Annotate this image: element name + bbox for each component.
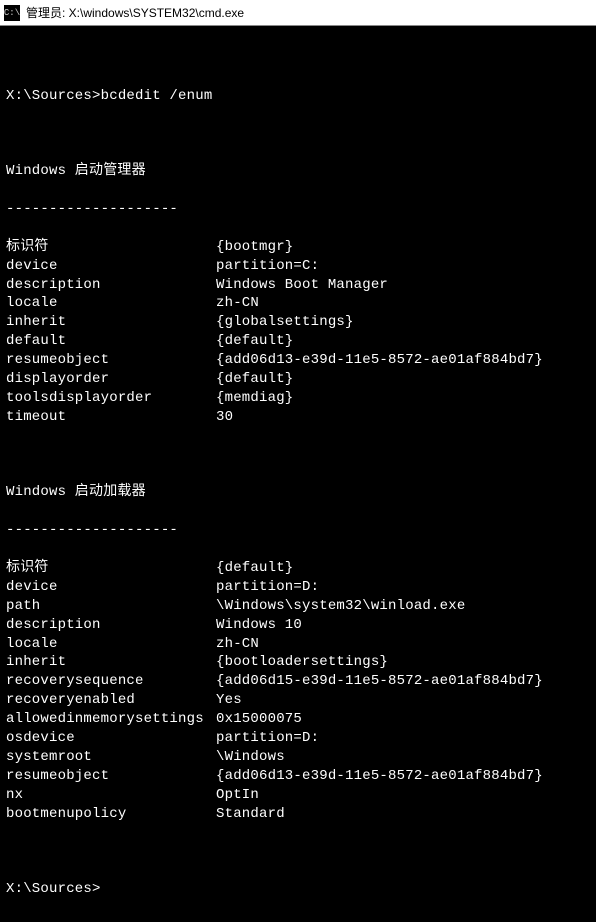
output-key: osdevice (6, 729, 216, 748)
output-value: {add06d13-e39d-11e5-8572-ae01af884bd7} (216, 351, 590, 370)
output-value: 0x15000075 (216, 710, 590, 729)
output-value: {default} (216, 332, 590, 351)
output-key: inherit (6, 653, 216, 672)
output-key: device (6, 578, 216, 597)
output-row: 标识符{default} (6, 559, 590, 578)
output-key: recoverysequence (6, 672, 216, 691)
output-key: default (6, 332, 216, 351)
prompt-command: bcdedit /enum (101, 87, 213, 106)
output-row: allowedinmemorysettings0x15000075 (6, 710, 590, 729)
section-title: Windows 启动加载器 (6, 483, 590, 502)
output-value: partition=D: (216, 578, 590, 597)
prompt-line: X:\Sources>bcdedit /enum (6, 87, 590, 106)
output-row: inherit{bootloadersettings} (6, 653, 590, 672)
prompt-line: X:\Sources> (6, 880, 590, 899)
output-row: nxOptIn (6, 786, 590, 805)
output-value: {bootmgr} (216, 238, 590, 257)
output-row: 标识符{bootmgr} (6, 238, 590, 257)
output-key: nx (6, 786, 216, 805)
output-value: zh-CN (216, 635, 590, 654)
output-row: bootmenupolicyStandard (6, 805, 590, 824)
output-key: inherit (6, 313, 216, 332)
output-key: resumeobject (6, 767, 216, 786)
output-row: descriptionWindows 10 (6, 616, 590, 635)
output-row: localezh-CN (6, 635, 590, 654)
output-value: partition=C: (216, 257, 590, 276)
prompt-path: X:\Sources> (6, 87, 101, 106)
window-titlebar[interactable]: C:\ 管理员: X:\windows\SYSTEM32\cmd.exe (0, 0, 596, 26)
output-value: {default} (216, 370, 590, 389)
output-key: device (6, 257, 216, 276)
output-key: locale (6, 635, 216, 654)
output-key: path (6, 597, 216, 616)
output-row: recoveryenabledYes (6, 691, 590, 710)
output-value: {default} (216, 559, 590, 578)
output-key: allowedinmemorysettings (6, 710, 216, 729)
output-value: \Windows\system32\winload.exe (216, 597, 590, 616)
output-row: resumeobject{add06d13-e39d-11e5-8572-ae0… (6, 767, 590, 786)
output-row: path\Windows\system32\winload.exe (6, 597, 590, 616)
output-row: osdevicepartition=D: (6, 729, 590, 748)
output-row: displayorder{default} (6, 370, 590, 389)
output-key: 标识符 (6, 559, 216, 578)
output-key: description (6, 616, 216, 635)
output-row: devicepartition=C: (6, 257, 590, 276)
output-key: toolsdisplayorder (6, 389, 216, 408)
output-row: descriptionWindows Boot Manager (6, 276, 590, 295)
output-value: OptIn (216, 786, 590, 805)
cmd-icon: C:\ (4, 5, 20, 21)
output-key: timeout (6, 408, 216, 427)
output-row: inherit{globalsettings} (6, 313, 590, 332)
output-key: recoveryenabled (6, 691, 216, 710)
output-row: localezh-CN (6, 294, 590, 313)
output-value: zh-CN (216, 294, 590, 313)
output-key: systemroot (6, 748, 216, 767)
section-divider: -------------------- (6, 200, 590, 219)
output-row: resumeobject{add06d13-e39d-11e5-8572-ae0… (6, 351, 590, 370)
output-value: Windows 10 (216, 616, 590, 635)
output-value: {globalsettings} (216, 313, 590, 332)
output-value: Windows Boot Manager (216, 276, 590, 295)
output-row: systemroot\Windows (6, 748, 590, 767)
output-key: 标识符 (6, 238, 216, 257)
output-value: {memdiag} (216, 389, 590, 408)
section-divider: -------------------- (6, 521, 590, 540)
prompt-path: X:\Sources> (6, 880, 101, 899)
window-title: 管理员: X:\windows\SYSTEM32\cmd.exe (26, 4, 244, 21)
output-value: 30 (216, 408, 590, 427)
output-value: {add06d15-e39d-11e5-8572-ae01af884bd7} (216, 672, 590, 691)
output-row: timeout30 (6, 408, 590, 427)
output-key: displayorder (6, 370, 216, 389)
output-value: {add06d13-e39d-11e5-8572-ae01af884bd7} (216, 767, 590, 786)
section-title: Windows 启动管理器 (6, 162, 590, 181)
output-value: {bootloadersettings} (216, 653, 590, 672)
output-row: devicepartition=D: (6, 578, 590, 597)
output-key: bootmenupolicy (6, 805, 216, 824)
output-value: partition=D: (216, 729, 590, 748)
output-key: description (6, 276, 216, 295)
output-value: Yes (216, 691, 590, 710)
output-key: locale (6, 294, 216, 313)
output-row: toolsdisplayorder{memdiag} (6, 389, 590, 408)
output-key: resumeobject (6, 351, 216, 370)
output-row: recoverysequence{add06d15-e39d-11e5-8572… (6, 672, 590, 691)
output-value: \Windows (216, 748, 590, 767)
output-row: default{default} (6, 332, 590, 351)
output-value: Standard (216, 805, 590, 824)
terminal-output[interactable]: X:\Sources>bcdedit /enum Windows 启动管理器 -… (0, 26, 596, 922)
